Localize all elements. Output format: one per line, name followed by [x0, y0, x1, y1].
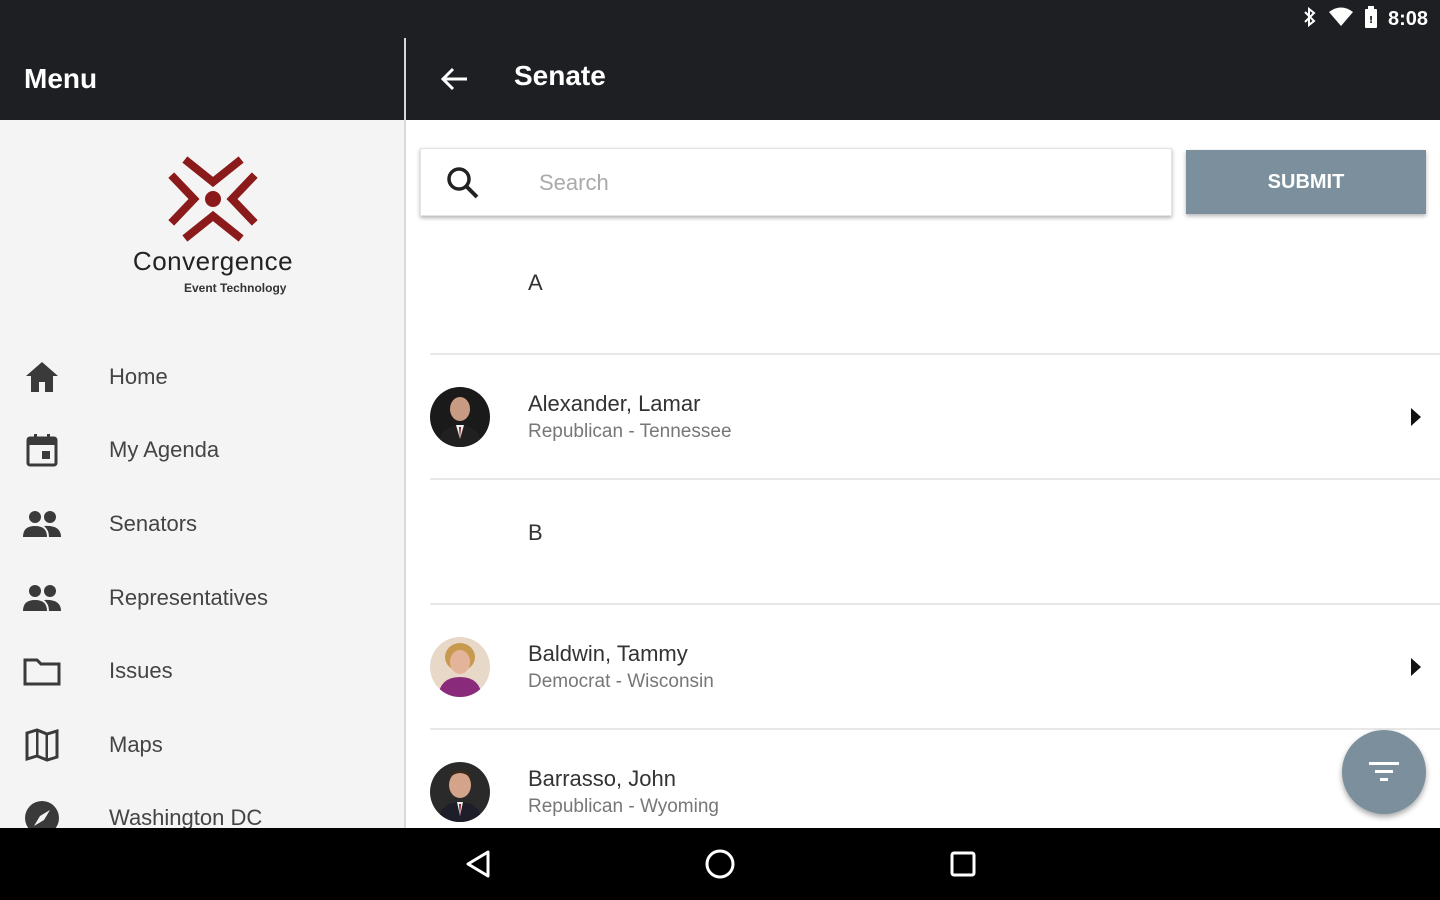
logo-name: Convergence [132, 246, 294, 276]
triangle-back-icon [466, 850, 490, 878]
section-header-a: A [430, 230, 1440, 355]
battery-icon: ! [1364, 5, 1378, 33]
logo-tagline: Event Technology [184, 281, 287, 295]
filter-icon [1369, 762, 1399, 781]
list-item[interactable]: Baldwin, Tammy Democrat - Wisconsin [430, 605, 1440, 730]
filter-button[interactable] [1342, 730, 1426, 814]
search-input[interactable] [539, 159, 1139, 207]
senator-list: A Alexander, Lamar Republican - Tennesse… [430, 230, 1440, 828]
drawer-item-label: Home [109, 363, 168, 389]
back-button[interactable] [434, 59, 474, 99]
senate-list-panel: SUBMIT A Alexander, Lamar Republican - T… [406, 120, 1440, 828]
drawer-item-representatives[interactable]: Representatives [0, 561, 404, 635]
chevron-right-icon [1406, 653, 1426, 681]
senator-party-state: Republican - Tennessee [528, 421, 732, 442]
drawer-item-label: Maps [109, 731, 163, 757]
nav-recents-button[interactable] [943, 844, 983, 884]
calendar-icon [22, 430, 62, 470]
avatar [430, 387, 490, 447]
navigation-drawer: Menu Convergence Event Technology Home M… [0, 38, 404, 836]
people-icon [22, 578, 62, 618]
section-letter: B [528, 520, 543, 545]
section-header-b: B [430, 480, 1440, 605]
senator-name: Alexander, Lamar [528, 391, 701, 416]
status-icons: ! 8:08 [1302, 5, 1428, 33]
page-title: Senate [514, 60, 606, 91]
nav-back-button[interactable] [458, 844, 498, 884]
map-icon [22, 725, 62, 765]
drawer-item-maps[interactable]: Maps [0, 708, 404, 782]
section-letter: A [528, 270, 543, 295]
app-bar: Senate [406, 38, 1440, 120]
status-bar: ! 8:08 [0, 0, 1440, 38]
bluetooth-icon [1302, 6, 1318, 33]
list-item[interactable]: Alexander, Lamar Republican - Tennessee [430, 355, 1440, 480]
wifi-icon [1328, 7, 1354, 32]
submit-button[interactable]: SUBMIT [1186, 150, 1426, 214]
senator-name: Barrasso, John [528, 766, 676, 791]
avatar [430, 762, 490, 822]
drawer-item-my-agenda[interactable]: My Agenda [0, 414, 404, 488]
drawer-header: Menu [0, 38, 404, 120]
system-navigation-bar [0, 828, 1440, 900]
avatar [430, 637, 490, 697]
drawer-item-label: Senators [109, 510, 198, 536]
search-icon [443, 163, 483, 203]
nav-home-button[interactable] [700, 844, 740, 884]
drawer-item-home[interactable]: Home [0, 340, 404, 414]
drawer-item-label: Issues [109, 658, 173, 684]
circle-home-icon [705, 849, 735, 879]
senator-party-state: Republican - Wyoming [528, 796, 719, 817]
list-item[interactable]: Barrasso, John Republican - Wyoming [430, 730, 1440, 828]
svg-text:!: ! [1369, 15, 1374, 26]
drawer-title: Menu [24, 63, 98, 94]
convergence-logo-icon [168, 156, 258, 242]
senator-party-state: Democrat - Wisconsin [528, 671, 714, 692]
drawer-item-issues[interactable]: Issues [0, 634, 404, 708]
folder-icon [22, 651, 62, 691]
arrow-left-icon [440, 67, 467, 91]
home-icon [22, 357, 62, 397]
square-recents-icon [950, 851, 976, 877]
drawer-item-label: Representatives [109, 584, 268, 610]
senator-name: Baldwin, Tammy [528, 641, 688, 666]
app-logo: Convergence Event Technology [0, 150, 404, 310]
drawer-item-senators[interactable]: Senators [0, 487, 404, 561]
chevron-right-icon [1406, 403, 1426, 431]
status-time: 8:08 [1387, 7, 1428, 30]
drawer-nav: Home My Agenda Senators Representatives … [0, 340, 404, 855]
search-box [420, 148, 1172, 216]
people-icon [22, 504, 62, 544]
drawer-item-label: My Agenda [109, 437, 220, 463]
